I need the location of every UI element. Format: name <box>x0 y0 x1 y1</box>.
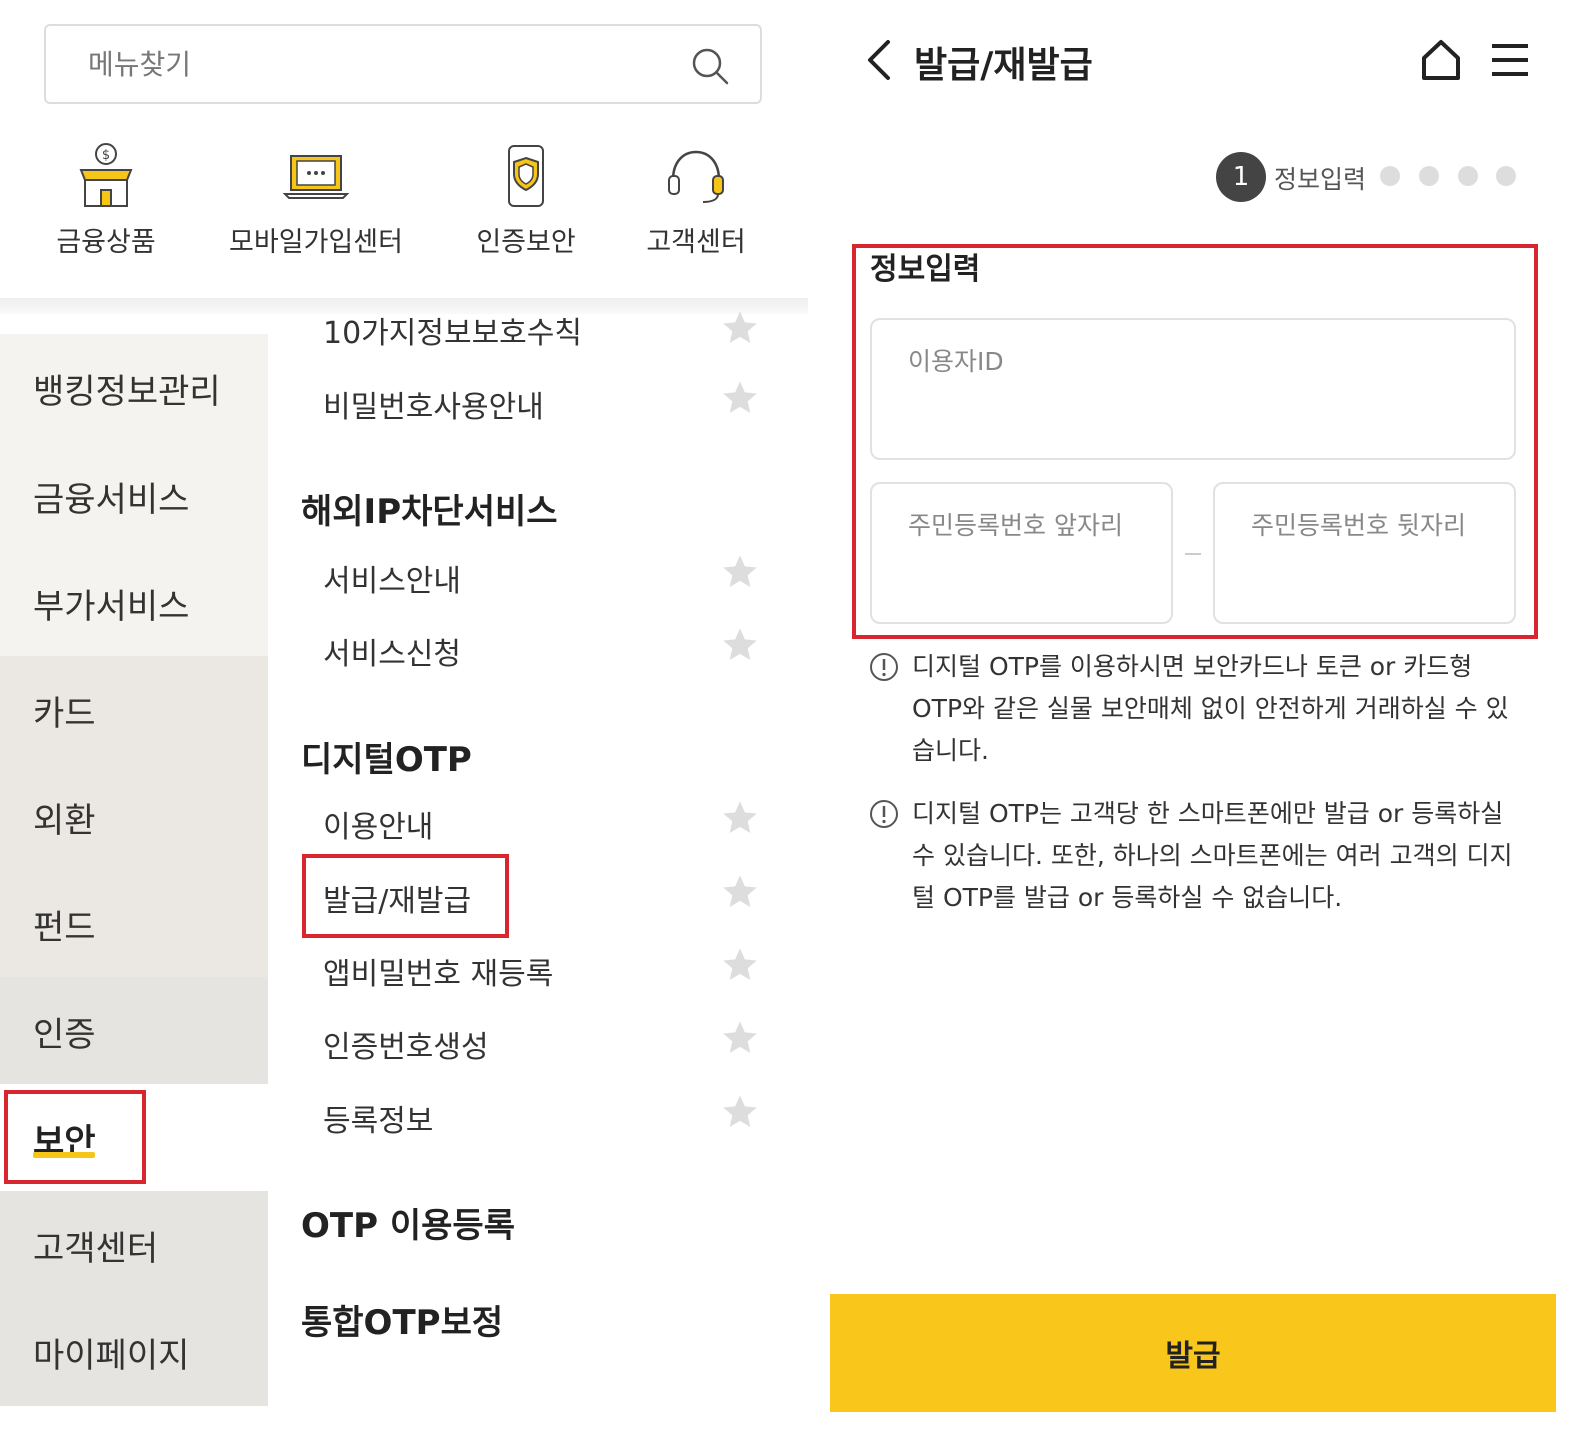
step-dot <box>1496 166 1516 186</box>
menu-item-password-guide[interactable]: 비밀번호사용안내 <box>323 382 544 426</box>
hamburger-menu-icon[interactable] <box>1490 40 1530 80</box>
step-dot <box>1419 166 1439 186</box>
quick-menu-label: 모바일가입센터 <box>229 227 403 258</box>
sidebar-item-customer-center[interactable]: 고객센터 <box>0 1191 268 1299</box>
sidebar-item-card[interactable]: 카드 <box>0 656 268 764</box>
highlight-box-issue <box>302 854 509 938</box>
user-id-field[interactable]: 이용자ID <box>870 318 1516 460</box>
menu-panel: $ 금융상품 모바일가입센터 인증보안 고객센터 <box>0 0 808 1433</box>
page-title: 발급/재발급 <box>914 45 1093 86</box>
notice-text: 디지털 OTP를 이용하시면 보안카드나 토큰 or 카드형 OTP와 같은 실… <box>912 652 1509 765</box>
search-input[interactable] <box>88 40 648 88</box>
star-icon[interactable] <box>720 308 760 348</box>
sidebar-item-my-page[interactable]: 마이페이지 <box>0 1298 268 1406</box>
form-section-title: 정보입력 <box>870 252 981 287</box>
menu-item-privacy-rules[interactable]: 10가지정보보호수칙 <box>323 308 582 352</box>
notice-text: 디지털 OTP는 고객당 한 스마트폰에만 발급 or 등록하실 수 있습니다.… <box>912 799 1513 912</box>
menu-item-registration-info[interactable]: 등록정보 <box>323 1096 433 1140</box>
quick-menu-financial-products[interactable]: $ 금융상품 <box>6 140 206 270</box>
rrn-separator <box>1185 553 1201 555</box>
menu-section-overseas-ip[interactable]: 해외IP차단서비스 <box>301 484 558 533</box>
back-arrow-icon[interactable] <box>860 36 900 84</box>
search-icon[interactable] <box>690 46 730 86</box>
menu-section-otp-register[interactable]: OTP 이용등록 <box>301 1198 515 1247</box>
store-money-icon: $ <box>79 143 133 207</box>
star-icon[interactable] <box>720 945 760 985</box>
category-sidebar: 뱅킹정보관리 금융서비스 부가서비스 카드 외환 펀드 인증 보안 고객센터 마… <box>0 314 268 1407</box>
menu-item-service-guide[interactable]: 서비스안내 <box>323 556 461 600</box>
laptop-chat-icon <box>282 155 350 199</box>
star-icon[interactable] <box>720 1018 760 1058</box>
rrn-back-field[interactable]: 주민등록번호 뒷자리 <box>1213 482 1516 624</box>
menu-item-service-apply[interactable]: 서비스신청 <box>323 629 461 673</box>
sub-menu-list: 10가지정보보호수칙 비밀번호사용안내 해외IP차단서비스 서비스안내 서비스신… <box>268 311 808 1407</box>
rrn-back-placeholder: 주민등록번호 뒷자리 <box>1251 511 1466 540</box>
rrn-front-field[interactable]: 주민등록번호 앞자리 <box>870 482 1173 624</box>
sidebar-item-banking-info[interactable]: 뱅킹정보관리 <box>0 334 268 442</box>
quick-menu-label: 고객센터 <box>646 227 746 258</box>
star-icon[interactable] <box>720 1092 760 1132</box>
menu-section-digital-otp[interactable]: 디지털OTP <box>301 732 472 781</box>
headset-icon <box>668 150 724 203</box>
menu-item-app-password-reregister[interactable]: 앱비밀번호 재등록 <box>323 949 553 993</box>
step-dot <box>1458 166 1478 186</box>
sidebar-item-certification[interactable]: 인증 <box>0 977 268 1085</box>
step-label: 정보입력 <box>1274 165 1367 194</box>
sidebar-item-financial-service[interactable]: 금융서비스 <box>0 442 268 550</box>
user-id-placeholder: 이용자ID <box>908 347 1004 376</box>
svg-text:$: $ <box>102 148 110 163</box>
star-icon[interactable] <box>720 552 760 592</box>
menu-item-usage-guide[interactable]: 이용안내 <box>323 802 433 846</box>
highlight-box-security <box>4 1090 146 1184</box>
home-icon[interactable] <box>1420 38 1462 82</box>
sidebar-item-additional-service[interactable]: 부가서비스 <box>0 549 268 657</box>
menu-section-otp-correction[interactable]: 통합OTP보정 <box>301 1295 503 1344</box>
step-indicator-current: 1 <box>1216 152 1266 202</box>
phone-shield-icon <box>508 145 544 207</box>
sidebar-item-foreign-exchange[interactable]: 외환 <box>0 763 268 871</box>
issue-button[interactable]: 발급 <box>830 1294 1556 1412</box>
info-circle-icon <box>870 800 898 828</box>
rrn-front-placeholder: 주민등록번호 앞자리 <box>908 511 1123 540</box>
quick-menu-customer-center[interactable]: 고객센터 <box>596 140 796 270</box>
info-circle-icon <box>870 653 898 681</box>
search-box[interactable] <box>44 24 762 104</box>
star-icon[interactable] <box>720 625 760 665</box>
menu-item-auth-number-generate[interactable]: 인증번호생성 <box>323 1022 489 1066</box>
issue-page: 발급/재발급 1 정보입력 정보입력 이용자ID 주민등록번호 앞자리 주민등록… <box>830 0 1584 1433</box>
star-icon[interactable] <box>720 378 760 418</box>
star-icon[interactable] <box>720 872 760 912</box>
star-icon[interactable] <box>720 798 760 838</box>
step-dot <box>1380 166 1400 186</box>
quick-menu-mobile-signup[interactable]: 모바일가입센터 <box>216 140 416 270</box>
quick-menu-label: 금융상품 <box>56 227 156 258</box>
sidebar-item-fund[interactable]: 펀드 <box>0 870 268 978</box>
